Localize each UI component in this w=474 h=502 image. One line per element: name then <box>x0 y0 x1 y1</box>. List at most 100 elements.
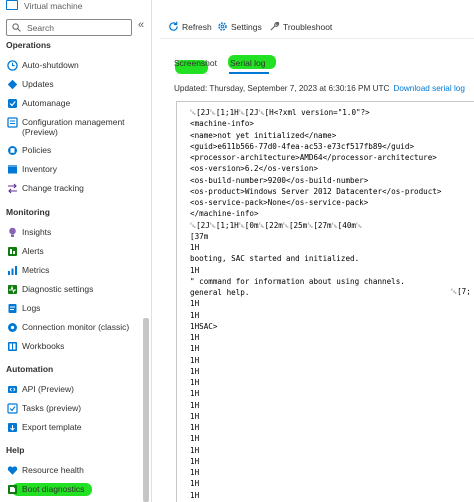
sidebar-item-label: Resource health <box>22 465 84 475</box>
log-line: <guid>e611b566-77d0-4fea-ac53-e73cf517fb… <box>190 141 415 151</box>
sidebar-item-label: Logs <box>22 303 41 313</box>
sidebar-item-insights[interactable]: Insights <box>4 224 144 242</box>
log-line: 1H <box>190 411 200 421</box>
sidebar-item-automanage[interactable]: Automanage <box>4 95 144 113</box>
log-line: 1H <box>190 456 200 466</box>
sidebar-item-boot-diagnostics[interactable]: Boot diagnostics <box>4 481 144 499</box>
log-line: 1HSAC> <box>190 321 218 331</box>
heart-icon <box>7 466 18 475</box>
log-line: <os-product>Windows Server 2012 Datacent… <box>190 186 442 196</box>
change-tracking-icon <box>8 183 17 194</box>
sidebar-item-label: Automanage <box>22 98 71 108</box>
tab-screenshot[interactable]: Screenshot <box>174 58 217 68</box>
sidebar-item-alerts[interactable]: Alerts <box>4 243 144 261</box>
sidebar-item-logs[interactable]: Logs <box>4 300 144 318</box>
sidebar-item-label: Alerts <box>22 246 44 256</box>
sidebar-item-workbooks[interactable]: Workbooks <box>4 338 144 356</box>
log-trailing-fragment: ␛[7; <box>451 287 471 296</box>
log-line: 1H <box>190 310 200 320</box>
wrench-icon <box>270 21 280 31</box>
resource-type-label: Virtual machine <box>24 1 83 11</box>
log-line: 1H <box>190 344 200 354</box>
sidebar-item-updates[interactable]: Updates <box>4 76 144 94</box>
sidebar-item-label: Boot diagnostics <box>22 484 85 494</box>
virtual-machine-icon <box>6 0 18 10</box>
section-operations: Operations <box>6 40 51 50</box>
log-line: " command for information about using ch… <box>190 276 405 286</box>
log-line: <name>not yet initialized</name> <box>190 130 337 140</box>
sidebar-item-configuration-management[interactable]: Configuration management (Preview) <box>4 114 144 140</box>
sidebar-item-change-tracking[interactable]: Change tracking <box>4 180 144 198</box>
log-lines: ␛[2J␛[1;1H␛[2J␛[H<?xml version="1.0"?> <m… <box>190 107 474 502</box>
sidebar-item-label: Policies <box>22 145 52 155</box>
metrics-icon <box>8 266 17 275</box>
automanage-icon <box>8 99 17 108</box>
api-icon <box>8 386 17 393</box>
refresh-label: Refresh <box>182 22 212 32</box>
active-tab-indicator <box>229 72 269 74</box>
log-line: [37m <box>190 231 209 241</box>
sidebar-item-label: Updates <box>22 79 54 89</box>
log-line: 1H <box>190 355 200 365</box>
log-line: 1H <box>190 389 200 399</box>
log-line: 1H <box>190 265 200 275</box>
section-help: Help <box>6 445 25 455</box>
sidebar-item-tasks[interactable]: Tasks (preview) <box>4 400 144 418</box>
alerts-icon <box>8 247 17 256</box>
sidebar-item-label: Metrics <box>22 265 50 275</box>
log-line: 1H <box>190 479 200 489</box>
sidebar-item-label: Connection monitor (classic) <box>22 322 130 332</box>
updates-icon <box>7 79 18 90</box>
sidebar-item-label: Change tracking <box>22 183 84 193</box>
sidebar-item-label: API (Preview) <box>22 384 74 394</box>
diagnostic-icon <box>8 285 17 294</box>
section-monitoring: Monitoring <box>6 207 50 217</box>
sidebar-item-inventory[interactable]: Inventory <box>4 161 144 179</box>
search-icon <box>12 23 21 32</box>
sidebar-item-metrics[interactable]: Metrics <box>4 262 144 280</box>
refresh-icon <box>169 21 178 31</box>
sidebar-item-resource-health[interactable]: Resource health <box>4 462 144 480</box>
sidebar: Virtual machine Search « Operations Auto… <box>0 0 152 502</box>
log-line: <os-build-number>9200</os-build-number> <box>190 175 369 185</box>
clock-icon <box>7 60 18 71</box>
boot-diagnostics-icon <box>8 485 17 494</box>
search-input[interactable]: Search <box>6 19 132 36</box>
log-line: <processor-architecture>AMD64</processor… <box>190 153 437 162</box>
log-line: 1H <box>190 378 200 387</box>
sidebar-item-auto-shutdown[interactable]: Auto-shutdown <box>4 57 144 75</box>
log-line: 1H <box>190 468 200 477</box>
sidebar-scrollbar[interactable] <box>143 318 149 502</box>
sidebar-item-policies[interactable]: Policies <box>4 142 144 160</box>
log-line: </machine-info> <box>190 209 259 219</box>
log-line: <machine-info> <box>190 119 255 129</box>
search-placeholder: Search <box>27 23 54 33</box>
log-line: <os-version>6.2</os-version> <box>190 164 319 174</box>
log-line: 1H <box>190 299 200 309</box>
collapse-sidebar-button[interactable]: « <box>138 19 144 31</box>
tab-serial-log[interactable]: Serial log <box>230 58 265 68</box>
sidebar-item-label: Tasks (preview) <box>22 403 82 413</box>
sidebar-item-connection-monitor[interactable]: Connection monitor (classic) <box>4 319 144 337</box>
sidebar-item-export-template[interactable]: Export template <box>4 419 144 437</box>
workbooks-icon <box>8 342 17 351</box>
serial-log-output[interactable]: ␛[2J␛[1;1H␛[2J␛[H<?xml version="1.0"?> <m… <box>176 101 474 502</box>
sidebar-item-label: Insights <box>22 227 52 237</box>
sidebar-item-label: Workbooks <box>22 341 65 351</box>
log-line: 1H <box>190 445 200 455</box>
toolbar-divider <box>160 38 474 39</box>
logs-icon <box>8 304 17 313</box>
log-line: booting, SAC started and initialized. <box>190 254 360 264</box>
sidebar-item-api[interactable]: API (Preview) <box>4 381 144 399</box>
download-serial-log-link[interactable]: Download serial log <box>393 84 464 93</box>
policy-icon <box>8 146 17 155</box>
sidebar-item-label: Auto-shutdown <box>22 60 79 70</box>
log-line: 1H <box>190 333 200 342</box>
sidebar-item-diagnostic-settings[interactable]: Diagnostic settings <box>4 281 144 299</box>
log-line: 1H <box>190 423 200 432</box>
last-updated: Updated: Thursday, September 7, 2023 at … <box>174 84 465 93</box>
log-line: 1H <box>190 400 200 410</box>
log-line: 1H <box>190 243 200 252</box>
sidebar-item-label: Diagnostic settings <box>22 284 94 294</box>
connection-monitor-icon <box>8 323 17 332</box>
